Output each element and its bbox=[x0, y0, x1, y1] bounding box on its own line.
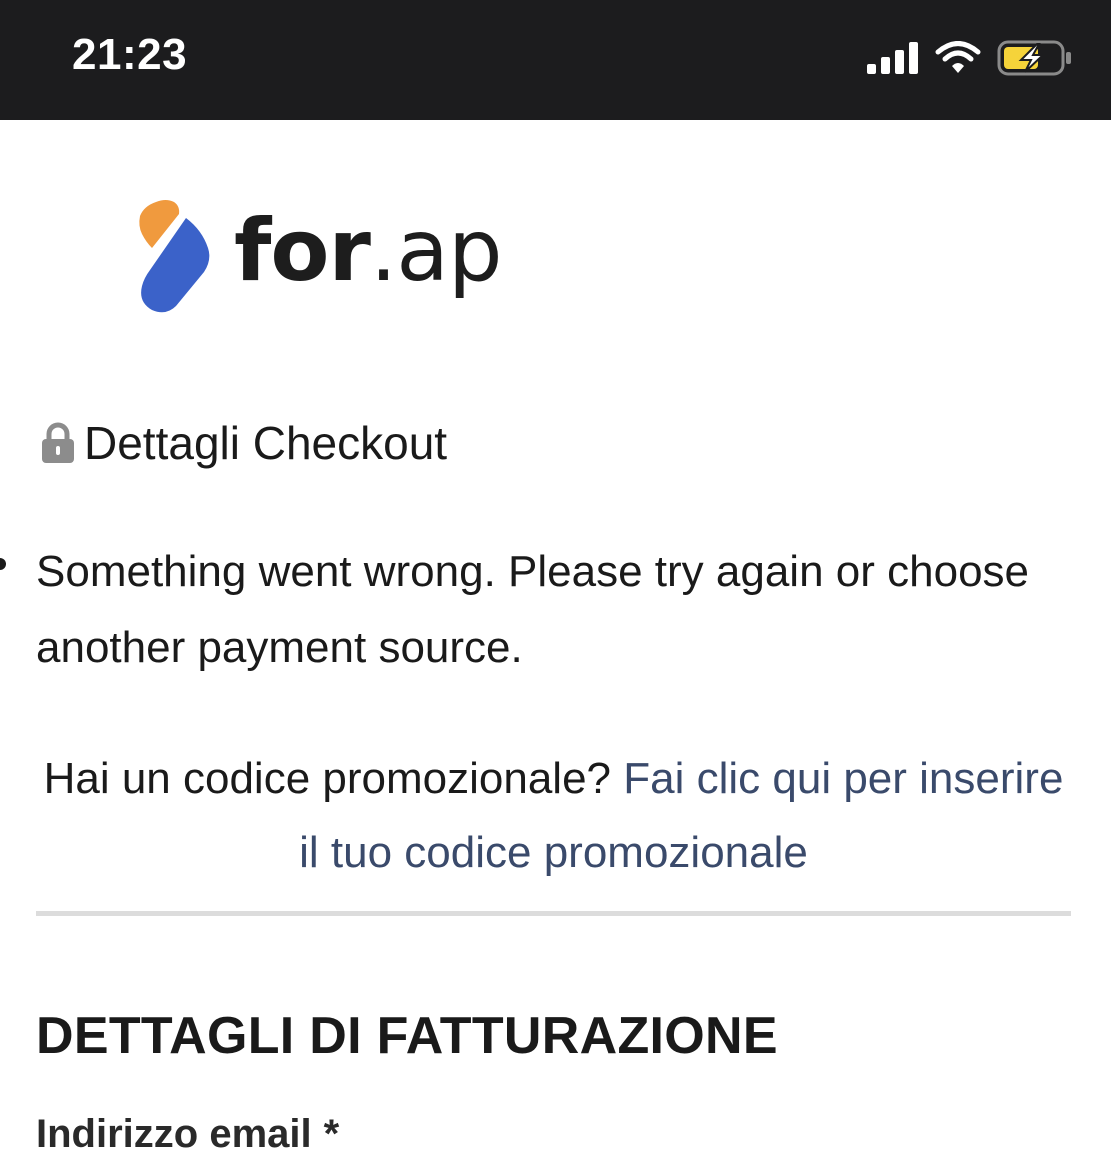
promo-question: Hai un codice promozionale? bbox=[43, 754, 612, 803]
billing-heading: DETTAGLI DI FATTURAZIONE bbox=[36, 1007, 778, 1065]
promo-notice: Hai un codice promozionale? Fai clic qui… bbox=[36, 742, 1071, 890]
lock-icon bbox=[42, 422, 74, 463]
error-message: Something went wrong. Please try again o… bbox=[36, 547, 1030, 672]
status-time: 21:23 bbox=[72, 30, 188, 79]
status-icons bbox=[867, 38, 1073, 78]
email-label-text: Indirizzo email bbox=[36, 1112, 312, 1156]
error-bullet bbox=[0, 558, 6, 570]
divider bbox=[36, 911, 1071, 916]
logo-text: for.ap bbox=[234, 208, 503, 294]
brand-logo[interactable]: for.ap bbox=[136, 198, 503, 314]
email-field-label: Indirizzo email * bbox=[36, 1112, 339, 1157]
required-marker: * bbox=[323, 1112, 340, 1156]
checkout-title: Dettagli Checkout bbox=[84, 417, 448, 469]
logo-text-bold: for bbox=[234, 201, 371, 301]
logo-text-light: .ap bbox=[369, 201, 503, 301]
battery-charging-icon bbox=[997, 40, 1071, 76]
signal-icon bbox=[867, 42, 918, 74]
wifi-icon bbox=[935, 41, 981, 73]
status-bar: 21:23 bbox=[0, 0, 1111, 120]
checkout-heading: Dettagli Checkout bbox=[40, 416, 447, 470]
logo-mark-icon bbox=[139, 200, 210, 313]
